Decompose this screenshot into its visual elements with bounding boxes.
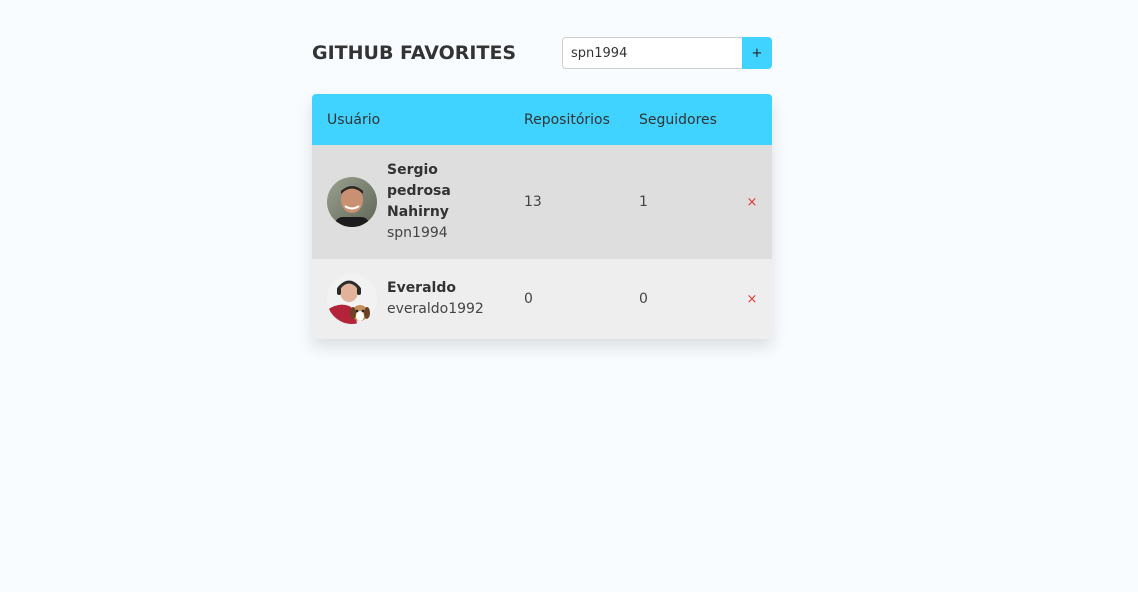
favorites-table-container: Usuário Repositórios Seguidores Sergio p… — [312, 94, 772, 339]
user-login: spn1994 — [387, 225, 448, 241]
avatar-man-with-dog-photo-icon — [327, 274, 377, 324]
search-input[interactable] — [562, 37, 742, 69]
favorites-table: Usuário Repositórios Seguidores Sergio p… — [312, 94, 772, 339]
column-header-action — [732, 94, 772, 145]
action-cell: × — [732, 145, 772, 259]
table-header-row: Usuário Repositórios Seguidores — [312, 94, 772, 145]
search-form: + — [562, 37, 772, 69]
app-container: GITHUB FAVORITES + Usuário Repositórios … — [312, 36, 772, 339]
page-title: GITHUB FAVORITES — [312, 42, 517, 64]
column-header-repos: Repositórios — [524, 111, 610, 128]
add-favorite-button[interactable]: + — [742, 37, 772, 69]
avatar — [327, 274, 377, 324]
header: GITHUB FAVORITES + — [312, 36, 772, 70]
user-cell: Everaldo everaldo1992 — [312, 259, 509, 339]
table-row: Everaldo everaldo1992 0 0 × — [312, 259, 772, 339]
user-login: everaldo1992 — [387, 301, 484, 317]
remove-button[interactable]: × — [747, 195, 758, 210]
followers-count: 0 — [639, 291, 648, 307]
action-cell: × — [732, 259, 772, 339]
table-row: Sergio pedrosa Nahirny spn1994 13 1 × — [312, 145, 772, 259]
repos-count: 0 — [524, 291, 533, 307]
user-name: Everaldo — [387, 280, 456, 296]
remove-button[interactable]: × — [747, 292, 758, 307]
user-name: Sergio pedrosa Nahirny — [387, 162, 451, 220]
followers-count: 1 — [639, 194, 648, 210]
column-header-followers: Seguidores — [639, 111, 717, 128]
avatar — [327, 177, 377, 227]
repos-count: 13 — [524, 194, 542, 210]
avatar-man-photo-icon — [327, 177, 377, 227]
column-header-user: Usuário — [327, 111, 381, 128]
user-cell: Sergio pedrosa Nahirny spn1994 — [312, 145, 509, 259]
